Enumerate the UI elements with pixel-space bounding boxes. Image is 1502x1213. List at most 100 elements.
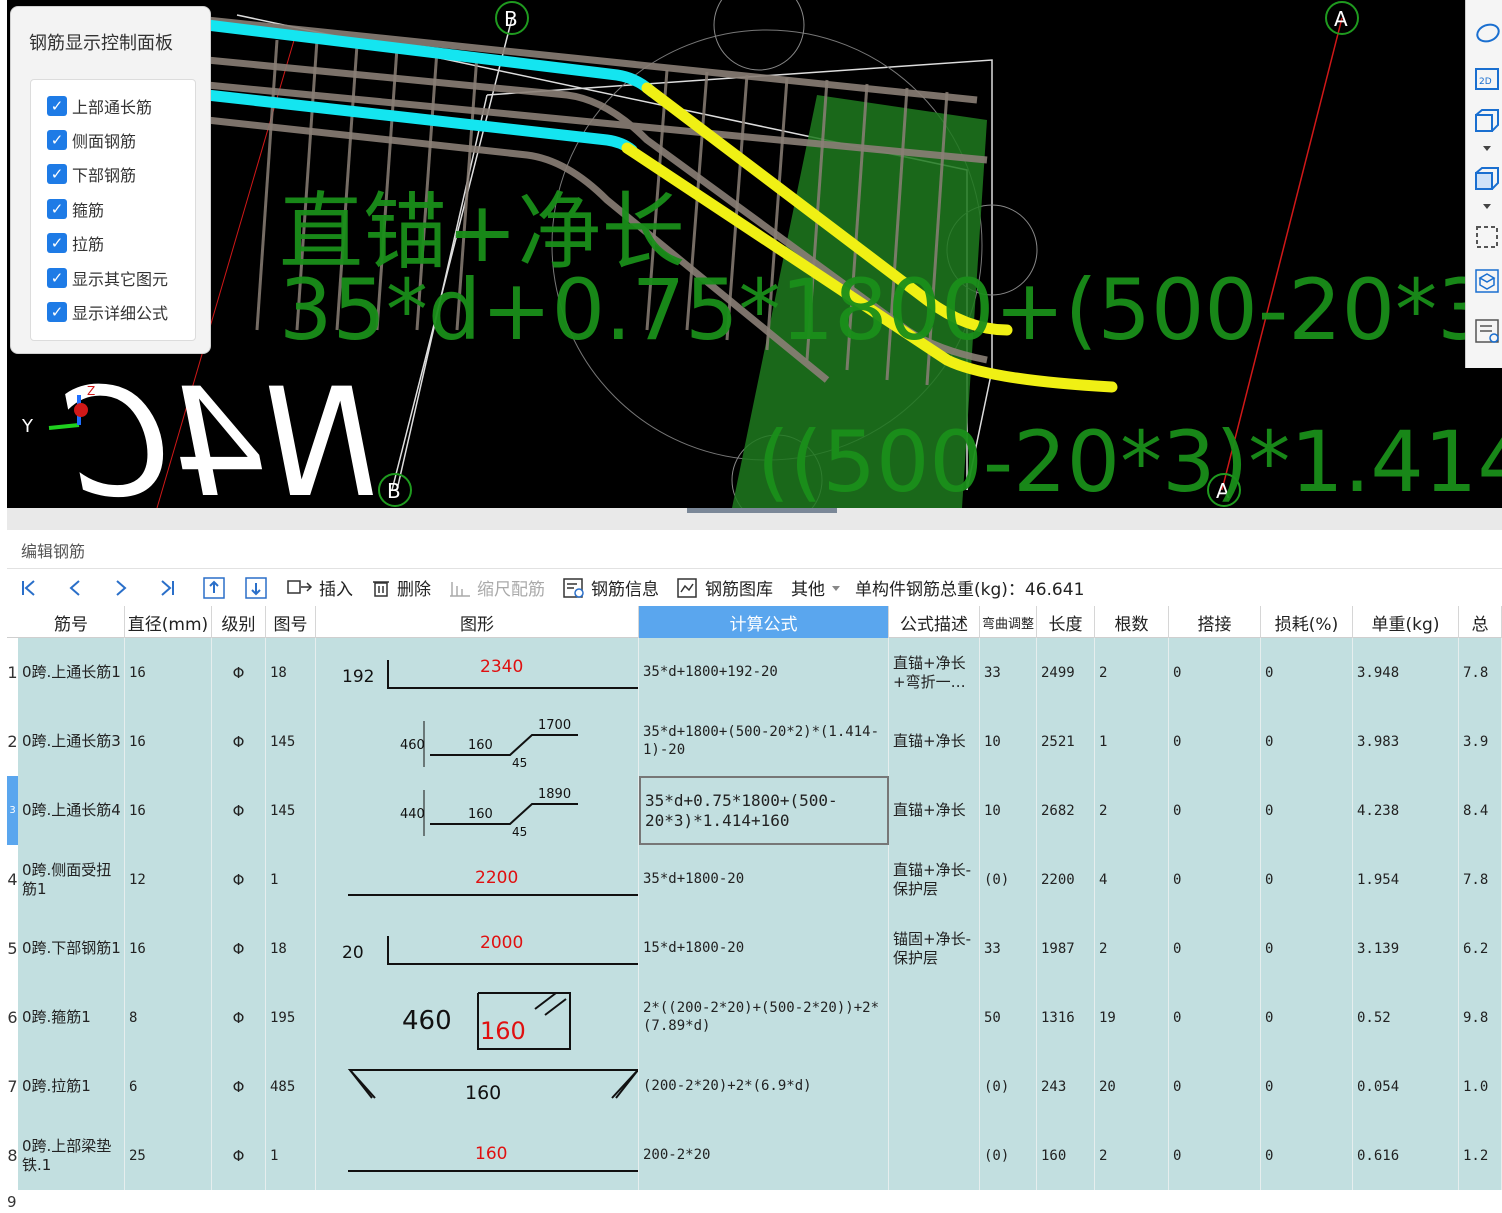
checkbox-checked-icon[interactable]: ✓ bbox=[47, 268, 67, 288]
cell-length[interactable]: 2499 bbox=[1037, 638, 1095, 707]
cell-formula-desc[interactable]: 直锚+净长 bbox=[889, 776, 980, 845]
row-number[interactable]: 5 bbox=[7, 914, 18, 983]
cell-bar-number[interactable]: 0跨.上通长筋3 bbox=[18, 707, 125, 776]
cell-loss[interactable]: 0 bbox=[1261, 914, 1353, 983]
move-up-button[interactable] bbox=[203, 576, 225, 599]
cell-length[interactable]: 2682 bbox=[1037, 776, 1095, 845]
cell-lap[interactable]: 0 bbox=[1169, 707, 1261, 776]
cell-formula[interactable]: 35*d+1800-20 bbox=[639, 845, 889, 914]
col-bend-adjust[interactable]: 弯曲调整 bbox=[980, 606, 1037, 638]
cell-total-weight[interactable]: 9.8 bbox=[1459, 983, 1502, 1052]
col-diameter[interactable]: 直径(mm) bbox=[125, 606, 212, 638]
row-number[interactable]: 1 bbox=[7, 638, 18, 707]
cell-count[interactable]: 4 bbox=[1095, 845, 1169, 914]
table-row[interactable]: 5 0跨.下部钢筋1 16 Φ 18 20 2000 15*d+1800-20 锚固+净长-保护… bbox=[7, 914, 1502, 983]
cell-diameter[interactable]: 8 bbox=[125, 983, 212, 1052]
option-show-other-elements[interactable]: ✓ 显示其它图元 bbox=[47, 266, 168, 290]
solid-cube-icon[interactable] bbox=[1474, 166, 1500, 192]
cell-bar-number[interactable]: 0跨.上通长筋4 bbox=[18, 776, 125, 845]
col-lap[interactable]: 搭接 bbox=[1169, 606, 1261, 638]
cell-grade[interactable]: Φ bbox=[212, 1052, 266, 1121]
option-top-longitudinal[interactable]: ✓ 上部通长筋 bbox=[47, 94, 152, 118]
cell-total-weight[interactable]: 7.8 bbox=[1459, 638, 1502, 707]
panel-splitter[interactable] bbox=[7, 508, 1502, 530]
cell-count[interactable]: 2 bbox=[1095, 914, 1169, 983]
row-number[interactable]: 7 bbox=[7, 1052, 18, 1121]
cell-shape[interactable]: 20 2000 bbox=[316, 914, 639, 983]
cell-bend-adjust[interactable]: 33 bbox=[980, 638, 1037, 707]
cell-lap[interactable]: 0 bbox=[1169, 983, 1261, 1052]
cell-total-weight[interactable]: 1.0 bbox=[1459, 1052, 1502, 1121]
cell-bend-adjust[interactable]: 10 bbox=[980, 776, 1037, 845]
option-stirrup[interactable]: ✓ 箍筋 bbox=[47, 197, 104, 221]
cell-total-weight[interactable]: 8.4 bbox=[1459, 776, 1502, 845]
row-number[interactable]: 2 bbox=[7, 707, 18, 776]
cell-formula-desc[interactable]: 直锚+净长-保护层 bbox=[889, 845, 980, 914]
cell-bend-adjust[interactable]: 50 bbox=[980, 983, 1037, 1052]
wireframe-cube-icon[interactable] bbox=[1474, 108, 1500, 134]
cell-shape[interactable]: 440 160 45 1890 bbox=[316, 776, 639, 845]
move-down-button[interactable] bbox=[245, 576, 267, 599]
cell-bar-number[interactable]: 0跨.拉筋1 bbox=[18, 1052, 125, 1121]
cell-grade[interactable]: Φ bbox=[212, 1121, 266, 1190]
cell-loss[interactable]: 0 bbox=[1261, 1121, 1353, 1190]
cell-formula-desc[interactable] bbox=[889, 1052, 980, 1121]
cell-count[interactable]: 2 bbox=[1095, 776, 1169, 845]
cell-diameter[interactable]: 16 bbox=[125, 914, 212, 983]
cell-bar-number[interactable]: 0跨.侧面受扭筋1 bbox=[18, 845, 125, 914]
cell-figure-no[interactable]: 1 bbox=[266, 1121, 316, 1190]
3d-model-icon[interactable] bbox=[1474, 268, 1500, 294]
cell-formula-desc[interactable] bbox=[889, 1121, 980, 1190]
cell-unit-weight[interactable]: 3.139 bbox=[1353, 914, 1459, 983]
cell-bend-adjust[interactable]: 10 bbox=[980, 707, 1037, 776]
cell-figure-no[interactable]: 18 bbox=[266, 914, 316, 983]
cell-total-weight[interactable]: 6.2 bbox=[1459, 914, 1502, 983]
cell-formula-desc[interactable]: 直锚+净长 bbox=[889, 707, 980, 776]
cell-length[interactable]: 2200 bbox=[1037, 845, 1095, 914]
list-settings-icon[interactable] bbox=[1474, 318, 1500, 344]
cell-loss[interactable]: 0 bbox=[1261, 707, 1353, 776]
cell-bend-adjust[interactable]: 33 bbox=[980, 914, 1037, 983]
cell-figure-no[interactable]: 485 bbox=[266, 1052, 316, 1121]
col-bar-number[interactable]: 筋号 bbox=[18, 606, 125, 638]
first-row-button[interactable] bbox=[19, 578, 39, 598]
cell-bar-number[interactable]: 0跨.上部梁垫铁.1 bbox=[18, 1121, 125, 1190]
col-count[interactable]: 根数 bbox=[1095, 606, 1169, 638]
cell-formula[interactable]: 15*d+1800-20 bbox=[639, 914, 889, 983]
table-row[interactable]: 3 0跨.上通长筋4 16 Φ 145 440 160 45 1890 35*d+0.75*180… bbox=[7, 776, 1502, 845]
cell-unit-weight[interactable]: 0.054 bbox=[1353, 1052, 1459, 1121]
orbit-icon[interactable] bbox=[1474, 20, 1500, 46]
cell-figure-no[interactable]: 1 bbox=[266, 845, 316, 914]
cell-length[interactable]: 160 bbox=[1037, 1121, 1095, 1190]
cell-bend-adjust[interactable]: (0) bbox=[980, 1121, 1037, 1190]
cell-total-weight[interactable]: 3.9 bbox=[1459, 707, 1502, 776]
cell-shape[interactable]: 160 bbox=[316, 1052, 639, 1121]
checkbox-checked-icon[interactable]: ✓ bbox=[47, 302, 67, 322]
cell-unit-weight[interactable]: 4.238 bbox=[1353, 776, 1459, 845]
table-row[interactable]: 2 0跨.上通长筋3 16 Φ 145 460 160 45 1700 35*d+1800+(50… bbox=[7, 707, 1502, 776]
cell-formula-desc[interactable]: 直锚+净长+弯折一… bbox=[889, 638, 980, 707]
col-shape[interactable]: 图形 bbox=[316, 606, 639, 638]
cell-unit-weight[interactable]: 0.52 bbox=[1353, 983, 1459, 1052]
cell-count[interactable]: 20 bbox=[1095, 1052, 1169, 1121]
cell-formula-desc[interactable]: 锚固+净长-保护层 bbox=[889, 914, 980, 983]
chevron-down-icon[interactable] bbox=[1474, 142, 1500, 156]
table-row[interactable]: 1 0跨.上通长筋1 16 Φ 18 192 2340 35*d+1800+192-20 直锚+… bbox=[7, 638, 1502, 707]
cell-grade[interactable]: Φ bbox=[212, 707, 266, 776]
cell-loss[interactable]: 0 bbox=[1261, 776, 1353, 845]
cell-shape[interactable]: 160 bbox=[316, 1121, 639, 1190]
cell-grade[interactable]: Φ bbox=[212, 845, 266, 914]
cell-lap[interactable]: 0 bbox=[1169, 1052, 1261, 1121]
cell-formula[interactable]: 35*d+0.75*1800+(500-20*3)*1.414+160 bbox=[639, 776, 889, 845]
col-loss[interactable]: 损耗(%) bbox=[1261, 606, 1353, 638]
col-formula[interactable]: 计算公式 bbox=[639, 606, 889, 638]
checkbox-checked-icon[interactable]: ✓ bbox=[47, 164, 67, 184]
cell-formula[interactable]: 2*((200-2*20)+(500-2*20))+2*(7.89*d) bbox=[639, 983, 889, 1052]
checkbox-checked-icon[interactable]: ✓ bbox=[47, 233, 67, 253]
cell-bar-number[interactable]: 0跨.箍筋1 bbox=[18, 983, 125, 1052]
cell-length[interactable]: 1987 bbox=[1037, 914, 1095, 983]
col-figure-no[interactable]: 图号 bbox=[266, 606, 316, 638]
table-row[interactable]: 4 0跨.侧面受扭筋1 12 Φ 1 2200 35*d+1800-20 直锚+净长-保护层(… bbox=[7, 845, 1502, 914]
col-grade[interactable]: 级别 bbox=[212, 606, 266, 638]
row-number[interactable]: 6 bbox=[7, 983, 18, 1052]
